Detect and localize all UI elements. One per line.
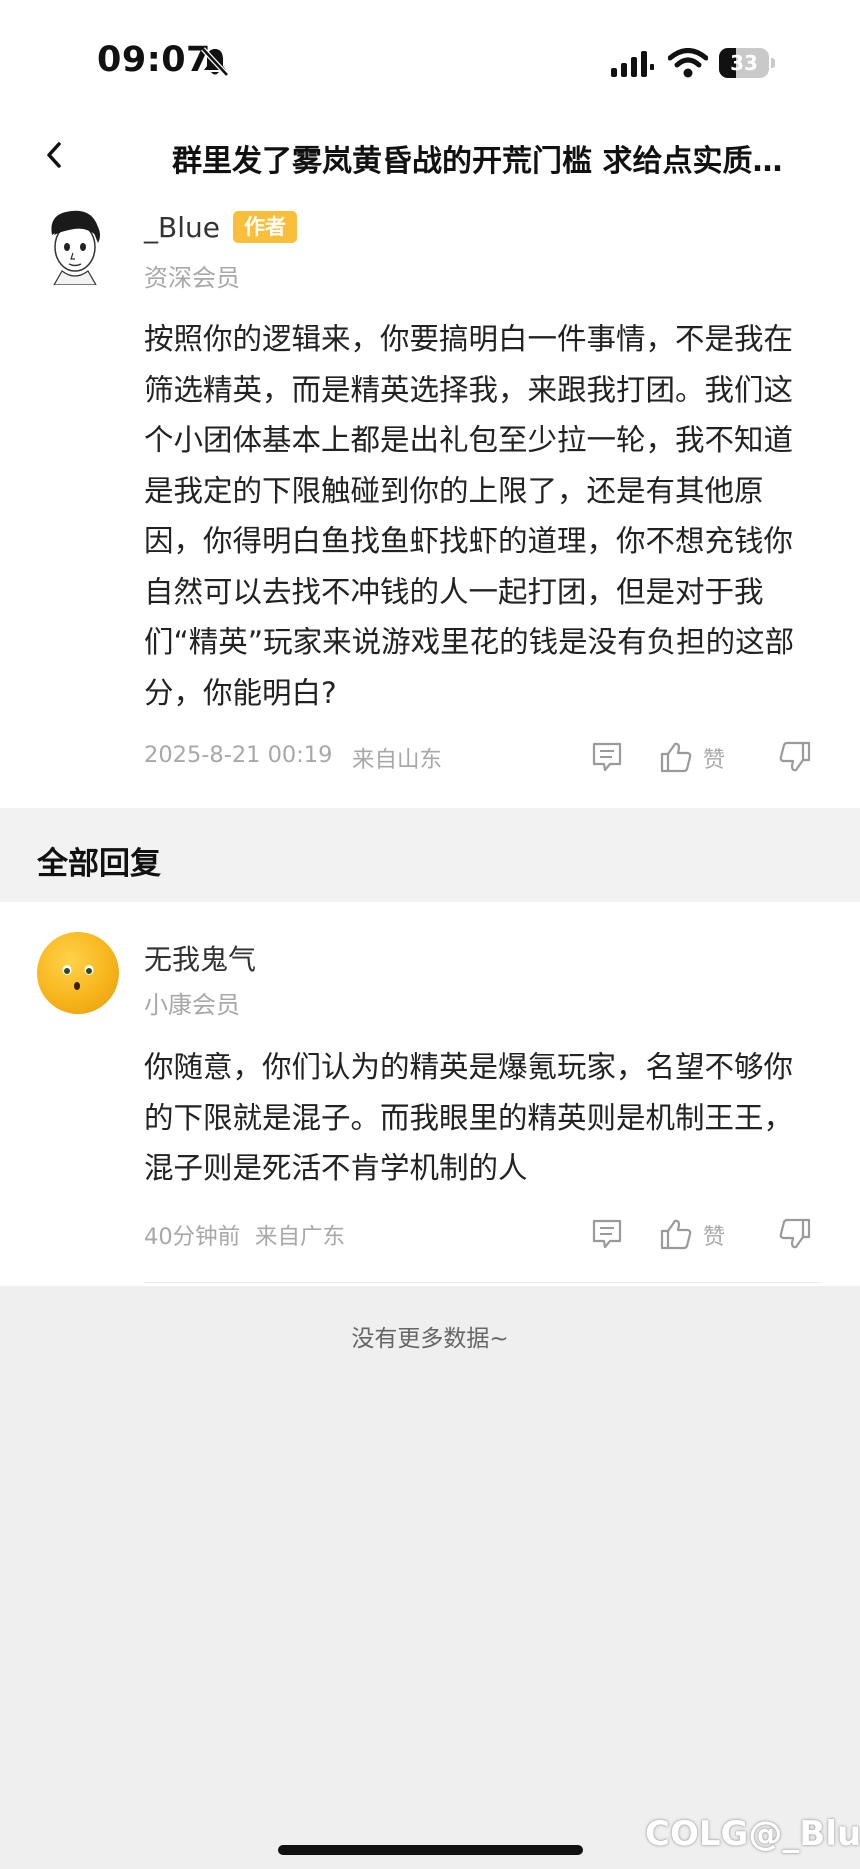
like-label[interactable]: 赞 bbox=[703, 742, 725, 774]
reply-member-level: 小康会员 bbox=[144, 991, 240, 1019]
post-time: 2025-8-21 00:19 bbox=[144, 742, 333, 768]
battery-icon: 33 bbox=[719, 48, 775, 78]
reply-thumbs-down-icon[interactable] bbox=[778, 1217, 812, 1251]
replies-section-title: 全部回复 bbox=[37, 846, 161, 882]
reply-avatar[interactable] bbox=[37, 932, 119, 1014]
watermark: COLG@_Blue bbox=[645, 1814, 860, 1854]
chevron-left-icon[interactable] bbox=[40, 138, 70, 172]
battery-cap bbox=[771, 58, 775, 68]
reply-location: 来自广东 bbox=[255, 1224, 346, 1250]
status-time: 09:07 bbox=[97, 40, 211, 80]
bell-slash-icon bbox=[201, 47, 229, 77]
emoji-face-icon bbox=[62, 965, 94, 990]
author-badge: 作者 bbox=[233, 211, 297, 243]
signal-icon bbox=[611, 51, 654, 77]
member-level: 资深会员 bbox=[144, 264, 240, 292]
comment-icon[interactable] bbox=[590, 740, 624, 774]
sketch-face-icon bbox=[51, 210, 100, 285]
no-more-data: 没有更多数据~ bbox=[351, 1326, 509, 1352]
battery-percent: 33 bbox=[730, 51, 758, 75]
home-indicator[interactable] bbox=[278, 1845, 583, 1855]
wifi-icon bbox=[668, 48, 708, 78]
page-title: 群里发了雾岚黄昏战的开荒门槛 求给点实质… bbox=[172, 144, 783, 179]
author-name[interactable]: _Blue bbox=[144, 211, 220, 244]
reply-comment-icon[interactable] bbox=[590, 1217, 624, 1251]
screen: { "status_bar": { "time": "09:07", "batt… bbox=[0, 0, 860, 1869]
author-avatar[interactable] bbox=[40, 205, 110, 285]
reply-author-name[interactable]: 无我鬼气 bbox=[144, 938, 256, 978]
thumbs-down-icon[interactable] bbox=[778, 740, 812, 774]
reply-time: 40分钟前 bbox=[144, 1224, 241, 1250]
reply-like-label[interactable]: 赞 bbox=[703, 1219, 725, 1251]
battery-body: 33 bbox=[719, 48, 769, 78]
thumbs-up-icon[interactable] bbox=[659, 740, 693, 774]
reply-content: 你随意，你们认为的精英是爆氪玩家，名望不够你的下限就是混子。而我眼里的精英则是机… bbox=[144, 1050, 794, 1185]
post-content: 按照你的逻辑来，你要搞明白一件事情，不是我在筛选精英，而是精英选择我，来跟我打团… bbox=[144, 322, 795, 710]
reply-thumbs-up-icon[interactable] bbox=[659, 1217, 693, 1251]
post-location: 来自山东 bbox=[352, 747, 443, 773]
reply-divider bbox=[144, 1282, 820, 1283]
